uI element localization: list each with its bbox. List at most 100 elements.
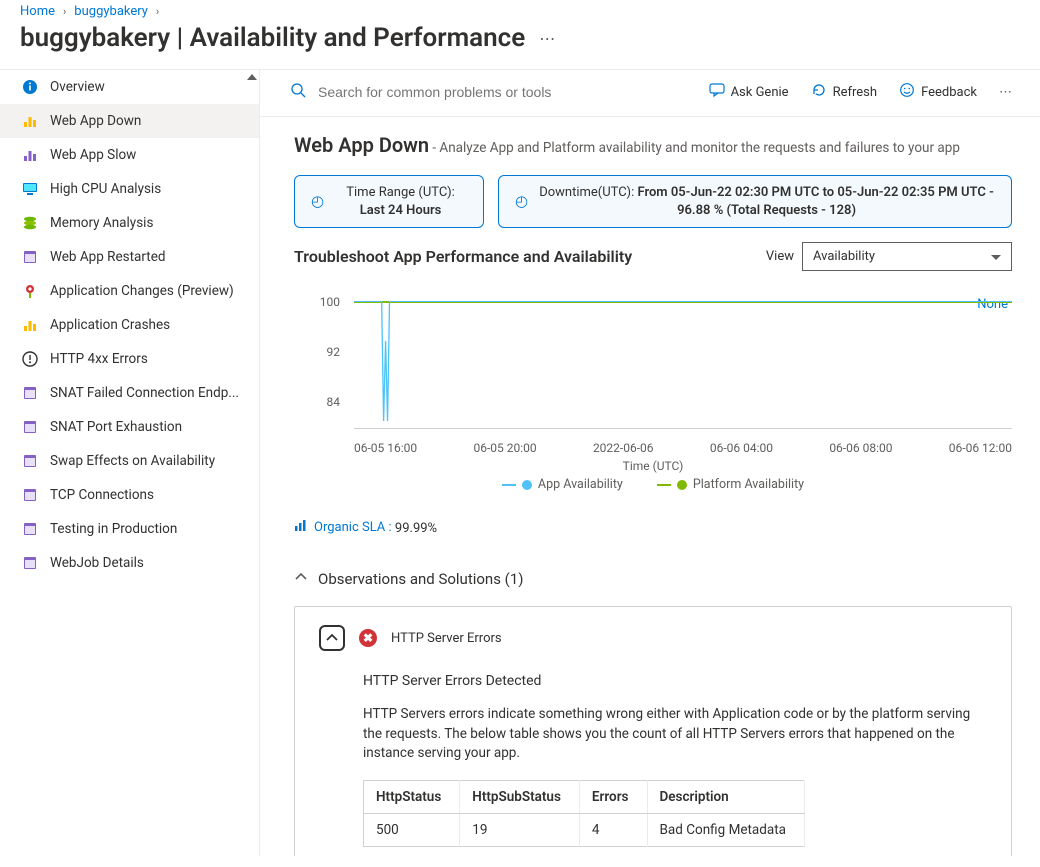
- sidebar-item-application-changes-preview[interactable]: Application Changes (Preview): [0, 274, 259, 308]
- sidebar-item-application-crashes[interactable]: Application Crashes: [0, 308, 259, 342]
- bars-y-icon: [22, 113, 38, 129]
- sidebar-item-label: TCP Connections: [50, 487, 154, 503]
- sidebar-item-tcp-connections[interactable]: TCP Connections: [0, 478, 259, 512]
- view-dropdown[interactable]: Availability: [802, 242, 1012, 271]
- x-tick-label: 06-05 16:00: [354, 441, 417, 455]
- sidebar-item-webjob-details[interactable]: WebJob Details: [0, 546, 259, 580]
- bars-b-icon: [22, 147, 38, 163]
- error-icon: ✖: [359, 629, 377, 647]
- legend-platform-availability[interactable]: Platform Availability: [657, 477, 804, 492]
- table-cell: Bad Config Metadata: [647, 813, 805, 846]
- sidebar-item-label: SNAT Failed Connection Endp...: [50, 385, 239, 401]
- sidebar-item-label: Web App Down: [50, 113, 141, 129]
- main-content: Ask Genie Refresh Feedback ⋯ Web App Dow…: [260, 70, 1040, 856]
- observations-toggle[interactable]: Observations and Solutions (1): [294, 570, 1012, 588]
- sidebar-item-label: SNAT Port Exhaustion: [50, 419, 182, 435]
- collapse-button[interactable]: [319, 625, 345, 651]
- legend-app-availability[interactable]: App Availability: [502, 477, 623, 492]
- sidebar-item-overview[interactable]: Overview: [0, 70, 259, 104]
- observation-card: ✖ HTTP Server Errors HTTP Server Errors …: [294, 606, 1012, 856]
- time-range-pill[interactable]: ◴ Time Range (UTC): Last 24 Hours: [294, 175, 484, 228]
- sidebar-item-http-4xx-errors[interactable]: HTTP 4xx Errors: [0, 342, 259, 376]
- breadcrumb-project[interactable]: buggybakery: [74, 4, 148, 19]
- chart-none-link[interactable]: None: [977, 297, 1008, 312]
- troubleshoot-heading: Troubleshoot App Performance and Availab…: [294, 247, 632, 266]
- feedback-button[interactable]: Feedback: [893, 78, 983, 106]
- info-icon: [22, 79, 38, 95]
- page-title-more-button[interactable]: ⋯: [539, 29, 557, 48]
- toolbar: Ask Genie Refresh Feedback ⋯: [260, 70, 1040, 117]
- sidebar-item-label: Overview: [50, 79, 105, 95]
- window-icon: [22, 419, 38, 435]
- view-label: View: [766, 249, 794, 264]
- window-icon: [22, 249, 38, 265]
- search-input[interactable]: [316, 83, 596, 101]
- x-tick-label: 06-06 12:00: [949, 441, 1012, 455]
- sidebar-item-memory-analysis[interactable]: Memory Analysis: [0, 206, 259, 240]
- table-cell: 500: [364, 813, 460, 846]
- sidebar-item-snat-port-exhaustion[interactable]: SNAT Port Exhaustion: [0, 410, 259, 444]
- x-tick-label: 06-05 20:00: [473, 441, 536, 455]
- sidebar-item-label: Swap Effects on Availability: [50, 453, 215, 469]
- breadcrumb-home[interactable]: Home: [20, 4, 55, 19]
- sidebar-item-label: Web App Slow: [50, 147, 136, 163]
- clock-icon: ◴: [515, 191, 528, 211]
- smiley-icon: [899, 82, 915, 102]
- table-row: 500194Bad Config Metadata: [364, 813, 805, 846]
- view-dropdown-value: Availability: [813, 249, 875, 264]
- sidebar-item-snat-failed-connection-endp[interactable]: SNAT Failed Connection Endp...: [0, 376, 259, 410]
- x-axis-title: Time (UTC): [294, 459, 1012, 473]
- alert-icon: [22, 351, 38, 367]
- window-icon: [22, 487, 38, 503]
- window-icon: [22, 555, 38, 571]
- sidebar-item-web-app-restarted[interactable]: Web App Restarted: [0, 240, 259, 274]
- sidebar-item-label: Application Crashes: [50, 317, 170, 333]
- sidebar-item-swap-effects-on-availability[interactable]: Swap Effects on Availability: [0, 444, 259, 478]
- monitor-icon: [22, 181, 38, 197]
- sidebar-item-high-cpu-analysis[interactable]: High CPU Analysis: [0, 172, 259, 206]
- detector-title: Web App Down: [294, 133, 429, 157]
- observation-para1: HTTP Servers errors indicate something w…: [363, 705, 987, 764]
- availability-chart: 100 92 84 None 06-05 16:00 06-05 20:00 2…: [294, 293, 1012, 473]
- y-tick-label: 84: [294, 395, 340, 409]
- legend-label: Platform Availability: [693, 477, 804, 492]
- organic-sla-link[interactable]: Organic SLA :: [294, 518, 392, 536]
- sidebar-item-label: Web App Restarted: [50, 249, 165, 265]
- table-header: Errors: [579, 780, 647, 813]
- sidebar-item-label: HTTP 4xx Errors: [50, 351, 148, 367]
- sla-value: 99.99%: [395, 521, 437, 536]
- page-title: buggybakery | Availability and Performan…: [20, 23, 525, 53]
- observations-title: Observations and Solutions (1): [318, 570, 523, 588]
- detector-subtitle: - Analyze App and Platform availability …: [432, 140, 960, 156]
- sidebar-item-web-app-slow[interactable]: Web App Slow: [0, 138, 259, 172]
- y-tick-label: 92: [294, 345, 340, 359]
- x-tick-label: 06-06 08:00: [829, 441, 892, 455]
- sidebar-item-label: High CPU Analysis: [50, 181, 161, 197]
- bar-chart-icon: [294, 518, 308, 536]
- table-header: HttpSubStatus: [460, 780, 580, 813]
- pin-icon: [22, 283, 38, 299]
- refresh-button[interactable]: Refresh: [805, 78, 883, 106]
- ask-genie-label: Ask Genie: [731, 85, 789, 100]
- sidebar-item-testing-in-production[interactable]: Testing in Production: [0, 512, 259, 546]
- time-range-text: Time Range (UTC): Last 24 Hours: [334, 184, 467, 219]
- sidebar-item-web-app-down[interactable]: Web App Down: [0, 104, 259, 138]
- table-cell: 4: [579, 813, 647, 846]
- window-icon: [22, 385, 38, 401]
- downtime-pill[interactable]: ◴ Downtime(UTC): From 05-Jun-22 02:30 PM…: [498, 175, 1012, 228]
- feedback-label: Feedback: [921, 85, 977, 100]
- app-availability-line: [354, 301, 1012, 429]
- sidebar-item-label: Testing in Production: [50, 521, 177, 537]
- refresh-icon: [811, 82, 827, 102]
- table-header: Description: [647, 780, 805, 813]
- sidebar-item-label: Memory Analysis: [50, 215, 153, 231]
- search-wrap: [290, 82, 693, 102]
- sidebar-item-label: WebJob Details: [50, 555, 144, 571]
- scroll-up-icon: [247, 74, 257, 80]
- y-tick-label: 100: [294, 295, 340, 309]
- ask-genie-button[interactable]: Ask Genie: [703, 78, 795, 106]
- x-axis-labels: 06-05 16:00 06-05 20:00 2022-06-06 06-06…: [354, 441, 1012, 455]
- refresh-label: Refresh: [833, 85, 877, 100]
- toolbar-more-button[interactable]: ⋯: [993, 81, 1020, 104]
- legend-label: App Availability: [538, 477, 623, 492]
